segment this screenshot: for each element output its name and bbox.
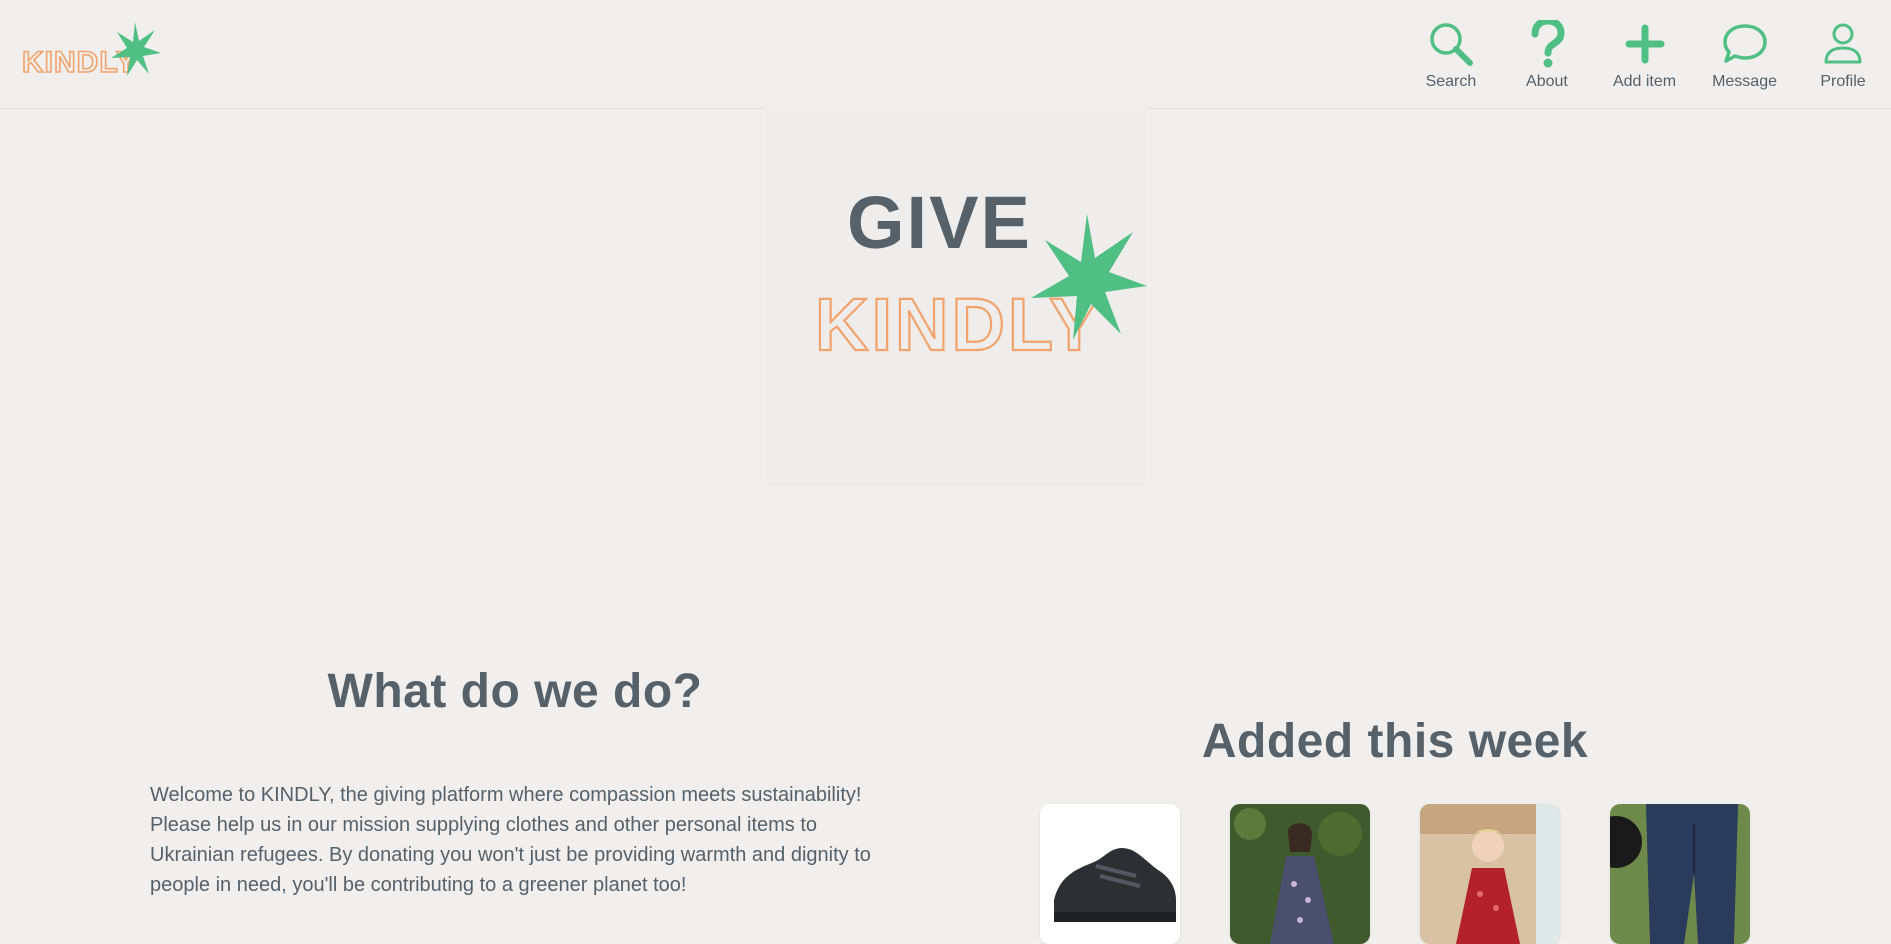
nav-search-label: Search bbox=[1425, 73, 1477, 90]
logo-wordmark: KINDLY bbox=[22, 46, 137, 79]
hero-give-text: GIVE bbox=[847, 181, 1032, 264]
nav-about-label: About bbox=[1526, 73, 1568, 90]
main-nav: Search About Add item Message Profile bbox=[1385, 20, 1873, 91]
nav-profile-label: Profile bbox=[1820, 73, 1866, 90]
nav-add-item-label: Add item bbox=[1612, 73, 1677, 90]
recent-item-card[interactable] bbox=[1040, 804, 1180, 944]
jeans-image bbox=[1610, 804, 1750, 944]
recent-items-list bbox=[1040, 804, 1750, 944]
chat-bubble-icon bbox=[1721, 20, 1769, 68]
nav-search[interactable]: Search bbox=[1421, 20, 1481, 91]
hero-banner: GIVE KINDLY bbox=[765, 108, 1147, 486]
kindly-logo[interactable]: KINDLY bbox=[20, 22, 162, 86]
nav-profile[interactable]: Profile bbox=[1813, 20, 1873, 91]
top-navigation-bar: KINDLY Search About Add item Message Pro… bbox=[0, 0, 1891, 109]
nav-add-item[interactable]: Add item bbox=[1613, 20, 1676, 91]
plus-icon bbox=[1621, 20, 1669, 68]
nav-message[interactable]: Message bbox=[1712, 20, 1777, 91]
kids-dress-image bbox=[1420, 804, 1560, 944]
user-icon bbox=[1819, 20, 1867, 68]
recent-item-card[interactable] bbox=[1610, 804, 1750, 944]
dress-image bbox=[1230, 804, 1370, 944]
question-icon bbox=[1523, 20, 1571, 68]
about-paragraph-container: Welcome to KINDLY, the giving platform w… bbox=[150, 780, 890, 900]
about-paragraph: Welcome to KINDLY, the giving platform w… bbox=[150, 784, 871, 896]
recent-item-card[interactable] bbox=[1420, 804, 1560, 944]
nav-about[interactable]: About bbox=[1517, 20, 1577, 91]
recent-item-card[interactable] bbox=[1230, 804, 1370, 944]
about-heading: What do we do? bbox=[327, 665, 703, 718]
nav-message-label: Message bbox=[1712, 73, 1777, 90]
search-icon bbox=[1427, 20, 1475, 68]
shoe-image bbox=[1040, 804, 1180, 944]
recent-items-heading: Added this week bbox=[1201, 715, 1589, 768]
